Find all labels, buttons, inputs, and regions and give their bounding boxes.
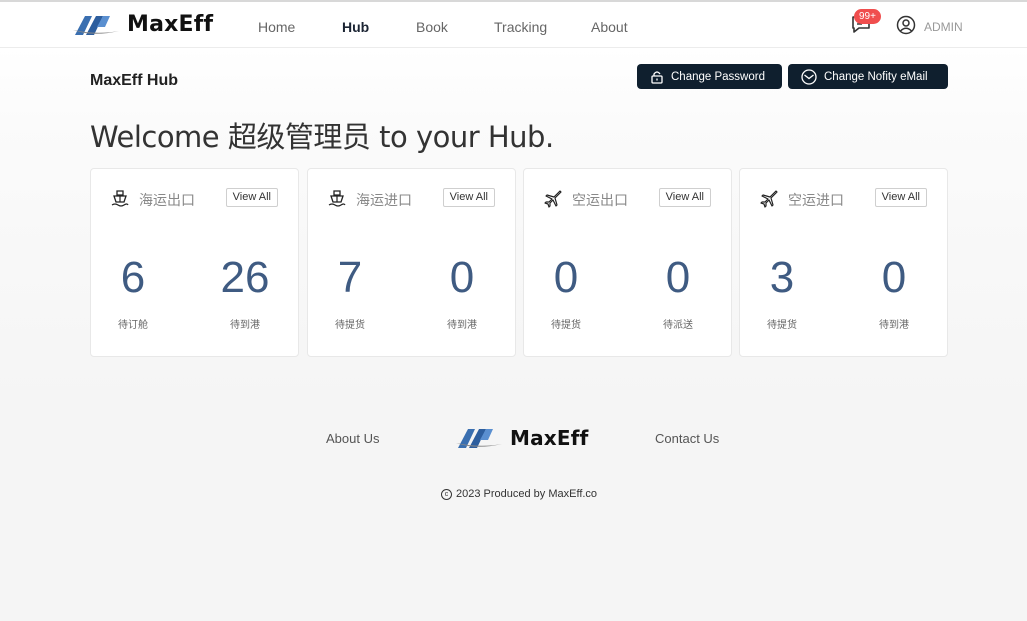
change-password-label: Change Password xyxy=(671,70,765,83)
top-navbar: MaxEff Home Hub Book Tracking About 99+ … xyxy=(0,2,1027,48)
plane-icon xyxy=(760,190,778,208)
change-email-label: Change Nofity eMail xyxy=(824,70,928,83)
card-title: 空运进口 xyxy=(788,192,844,208)
copyright-icon: c xyxy=(441,488,452,500)
user-label[interactable]: ADMIN xyxy=(924,20,963,34)
plane-icon xyxy=(544,190,562,208)
stat-label: 待提货 xyxy=(551,320,581,331)
welcome-user-name: 超级管理员 xyxy=(227,120,371,154)
change-notify-email-button[interactable]: Change Nofity eMail xyxy=(788,64,948,89)
lock-icon xyxy=(651,70,663,84)
user-circle-icon[interactable] xyxy=(896,15,916,35)
card-title: 海运进口 xyxy=(356,192,412,208)
copyright-text: 2023 Produced by MaxEff.co xyxy=(456,488,598,500)
stat-value[interactable]: 7 xyxy=(310,253,390,303)
stat-value[interactable]: 26 xyxy=(205,253,285,303)
stat-value[interactable]: 0 xyxy=(422,253,502,303)
card-sea-import: 海运进口 View All 7 待提货 0 待到港 xyxy=(307,168,516,357)
card-air-import: 空运进口 View All 3 待提货 0 待到港 xyxy=(739,168,948,357)
view-all-button[interactable]: View All xyxy=(874,188,927,207)
card-air-export: 空运出口 View All 0 待提货 0 待派送 xyxy=(523,168,732,357)
mail-circle-icon xyxy=(801,68,817,85)
stat-value[interactable]: 6 xyxy=(93,253,173,303)
stat-value[interactable]: 0 xyxy=(638,253,718,303)
nav-about[interactable]: About xyxy=(591,19,628,35)
nav-tracking[interactable]: Tracking xyxy=(494,19,547,35)
stat-label: 待派送 xyxy=(663,320,693,331)
copyright: c 2023 Produced by MaxEff.co xyxy=(441,488,597,500)
ship-icon xyxy=(111,190,129,207)
welcome-suffix: to your Hub. xyxy=(370,120,554,154)
view-all-button[interactable]: View All xyxy=(442,188,495,207)
notification-badge: 99+ xyxy=(854,9,881,24)
stat-label: 待到港 xyxy=(879,320,909,331)
stat-label: 待提货 xyxy=(335,320,365,331)
nav-home[interactable]: Home xyxy=(258,19,295,35)
footer-about-link[interactable]: About Us xyxy=(326,431,379,446)
footer-logo[interactable]: MaxEff xyxy=(456,426,589,450)
footer-logo-text: MaxEff xyxy=(510,426,589,450)
stat-label: 待提货 xyxy=(767,320,797,331)
welcome-prefix: Welcome xyxy=(90,120,228,154)
stat-label: 待到港 xyxy=(447,320,477,331)
maxeff-logo-icon xyxy=(73,15,119,35)
stat-value[interactable]: 3 xyxy=(742,253,822,303)
change-password-button[interactable]: Change Password xyxy=(637,64,782,89)
header-logo[interactable]: MaxEff xyxy=(73,12,213,37)
nav-hub[interactable]: Hub xyxy=(342,19,369,35)
stat-label: 待订舱 xyxy=(118,320,148,331)
card-sea-export: 海运出口 View All 6 待订舱 26 待到港 xyxy=(90,168,299,357)
footer-contact-link[interactable]: Contact Us xyxy=(655,431,719,446)
stat-label: 待到港 xyxy=(230,320,260,331)
stat-value[interactable]: 0 xyxy=(854,253,934,303)
stat-value[interactable]: 0 xyxy=(526,253,606,303)
card-title: 海运出口 xyxy=(139,192,195,208)
ship-icon xyxy=(328,190,346,207)
logo-text: MaxEff xyxy=(127,12,214,37)
page-title: MaxEff Hub xyxy=(90,72,178,89)
view-all-button[interactable]: View All xyxy=(225,188,278,207)
card-title: 空运出口 xyxy=(572,192,628,208)
maxeff-logo-icon xyxy=(456,429,502,448)
nav-book[interactable]: Book xyxy=(416,19,448,35)
welcome-heading: Welcome 超级管理员 to your Hub. xyxy=(90,114,554,156)
view-all-button[interactable]: View All xyxy=(658,188,711,207)
